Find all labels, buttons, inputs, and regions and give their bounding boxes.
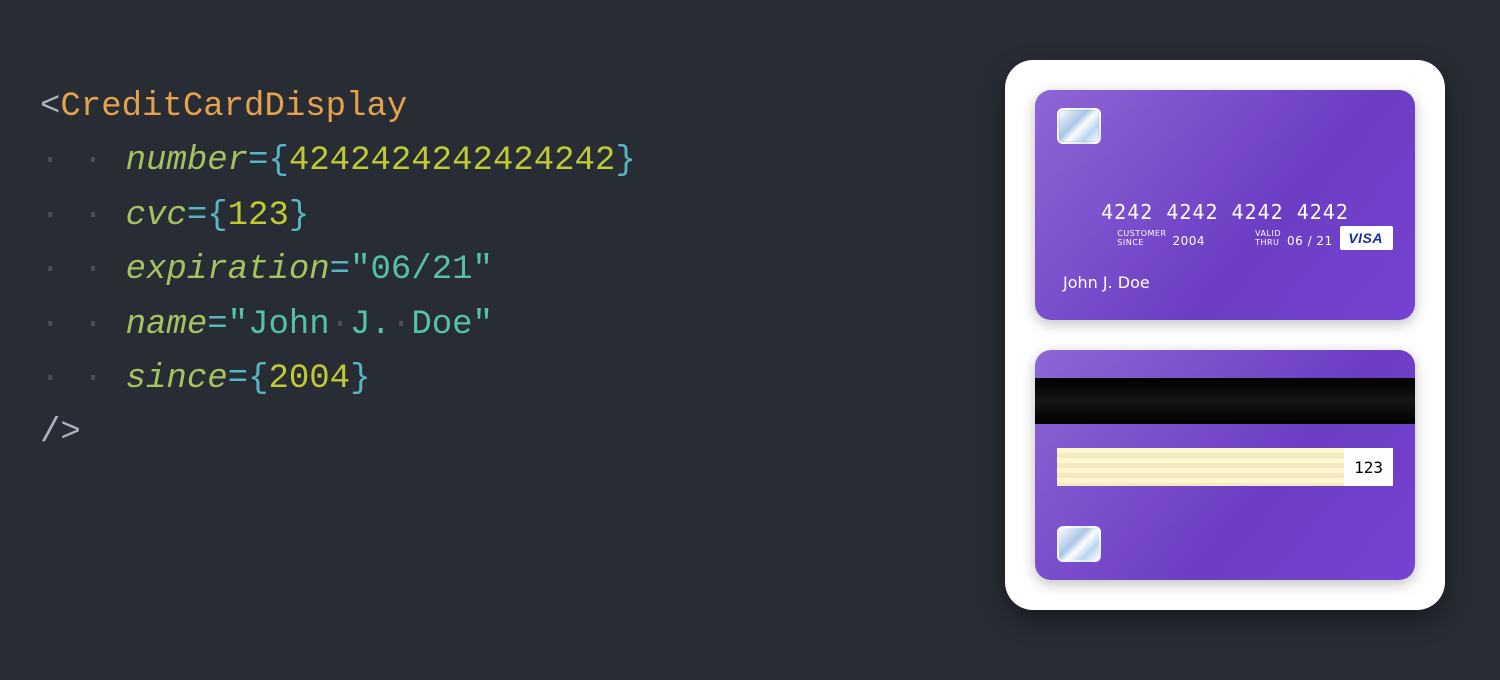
card-brand-badge: VISA <box>1340 226 1393 250</box>
signature-lines <box>1057 448 1344 486</box>
card-number: 4242 4242 4242 4242 <box>1035 200 1415 224</box>
code-line-open: <CreditCardDisplay <box>40 80 950 134</box>
customer-since-label: CUSTOMERSINCE <box>1117 230 1166 248</box>
component-name: CreditCardDisplay <box>60 88 407 126</box>
code-line-prop-expiration: expiration="06/21" <box>40 243 950 297</box>
preview-box: 4242 4242 4242 4242 CUSTOMERSINCE 2004 V… <box>1005 60 1445 610</box>
valid-thru-value: 06 / 21 <box>1287 234 1333 248</box>
credit-card-back: 123 <box>1035 350 1415 580</box>
code-line-prop-cvc: cvc={123} <box>40 189 950 243</box>
card-chip-icon <box>1057 108 1101 144</box>
code-snippet: <CreditCardDisplay number={4242424242424… <box>0 0 990 680</box>
credit-card-front: 4242 4242 4242 4242 CUSTOMERSINCE 2004 V… <box>1035 90 1415 320</box>
customer-since: CUSTOMERSINCE 2004 <box>1117 230 1205 248</box>
magnetic-stripe <box>1035 378 1415 424</box>
valid-thru: VALIDTHRU 06 / 21 <box>1255 230 1333 248</box>
code-line-close: /> <box>40 406 950 460</box>
cardholder-name: John J. Doe <box>1063 273 1150 292</box>
cvc-value: 123 <box>1344 448 1393 486</box>
code-line-prop-number: number={4242424242424242} <box>40 134 950 188</box>
valid-thru-label: VALIDTHRU <box>1255 230 1281 248</box>
code-line-prop-name: name="John·J.·Doe" <box>40 298 950 352</box>
code-line-prop-since: since={2004} <box>40 352 950 406</box>
signature-strip: 123 <box>1057 448 1393 486</box>
hologram-icon <box>1057 526 1101 562</box>
preview-pane: 4242 4242 4242 4242 CUSTOMERSINCE 2004 V… <box>990 0 1500 680</box>
customer-since-value: 2004 <box>1173 234 1206 248</box>
